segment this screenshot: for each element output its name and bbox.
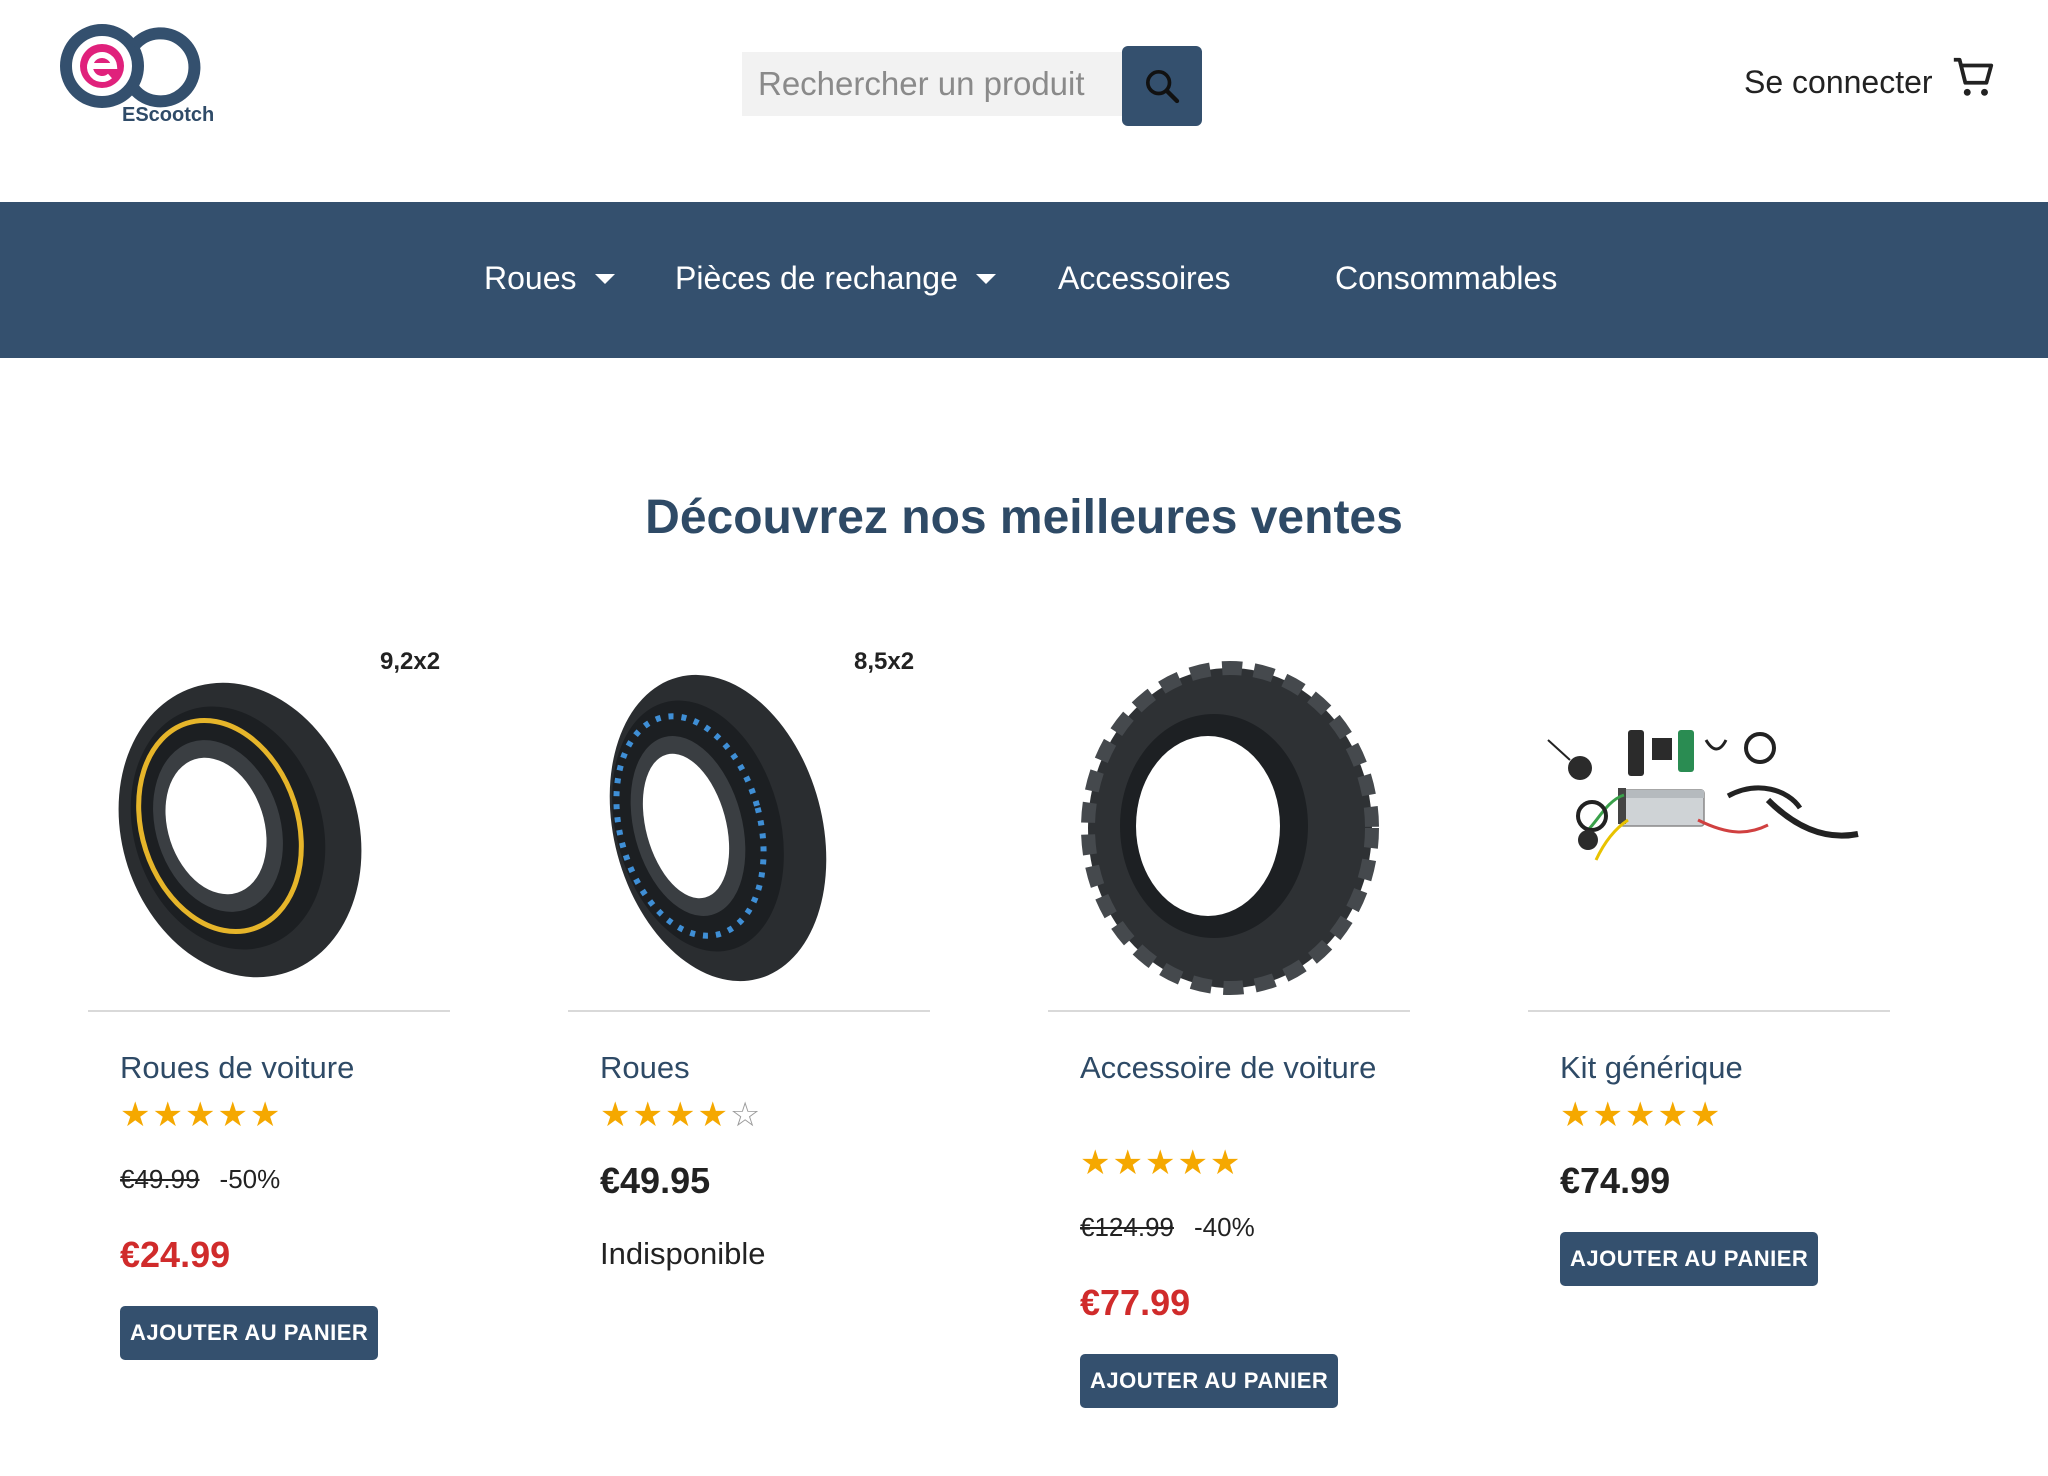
product-image[interactable] <box>568 620 930 1010</box>
product-image[interactable] <box>1048 620 1410 1010</box>
strikethrough-price: €49.99 <box>120 1164 200 1194</box>
product-name[interactable]: Roues de voiture <box>120 1044 420 1092</box>
product-name[interactable]: Accessoire de voiture <box>1080 1044 1380 1092</box>
brand-name: EScootch <box>122 104 215 126</box>
sale-price: €24.99 <box>120 1234 231 1275</box>
product-image[interactable] <box>88 620 450 1010</box>
card-divider <box>1528 1010 1890 1012</box>
card-divider <box>88 1010 450 1012</box>
price: €74.99 <box>1560 1160 1671 1201</box>
add-to-cart-button[interactable]: AJOUTER AU PANIER <box>1080 1354 1339 1408</box>
availability-status: Indisponible <box>600 1236 766 1271</box>
search-bar <box>742 46 1202 126</box>
site-header: EScootch Se connecter <box>0 0 2048 202</box>
nav-item-label: Pièces de rechange <box>675 260 958 296</box>
cart-button[interactable] <box>1950 54 1996 100</box>
nav-item-consommables[interactable]: Consommables <box>1335 260 1557 297</box>
old-price: €49.99 -50% <box>120 1164 280 1195</box>
old-price: €124.99 -40% <box>1080 1212 1255 1243</box>
product-image[interactable] <box>1528 620 1890 1010</box>
discount-badge: -50% <box>219 1164 281 1194</box>
search-input[interactable] <box>742 52 1122 116</box>
rating-stars: ★★★★★ <box>1080 1144 1243 1182</box>
nav-item-label: Accessoires <box>1058 260 1231 296</box>
nav-item-roues[interactable]: Roues <box>484 260 615 297</box>
empty-star-icon: ☆ <box>729 1096 763 1134</box>
product-card: Kit générique ★★★★★ €74.99 AJOUTER AU PA… <box>1528 620 1890 1380</box>
rating-stars: ★★★★★ <box>120 1096 283 1134</box>
product-name[interactable]: Kit générique <box>1560 1044 1860 1092</box>
main-nav: Roues Pièces de rechange Accessoires Con… <box>0 202 2048 358</box>
nav-item-label: Roues <box>484 260 577 296</box>
search-button[interactable] <box>1122 46 1202 126</box>
rating-stars: ★★★★★ <box>1560 1096 1723 1134</box>
rating-stars: ★★★★☆ <box>600 1096 763 1134</box>
section-title: Découvrez nos meilleures ventes <box>645 491 1403 544</box>
tire-image-icon <box>118 682 362 978</box>
discount-badge: -40% <box>1193 1212 1255 1242</box>
size-label: 8,5x2 <box>854 648 915 675</box>
signin-link[interactable]: Se connecter <box>1744 64 1933 101</box>
card-divider <box>568 1010 930 1012</box>
electric-kit-image-icon <box>1547 730 1859 861</box>
price: €49.95 <box>600 1160 711 1201</box>
strikethrough-price: €124.99 <box>1080 1212 1174 1242</box>
add-to-cart-button[interactable]: AJOUTER AU PANIER <box>120 1306 379 1360</box>
chevron-down-icon <box>975 273 996 284</box>
product-card: 8,5x2 Roues ★★★★☆ €49.95 Indisponible <box>568 620 930 1380</box>
nav-item-accessoires[interactable]: Accessoires <box>1058 260 1231 297</box>
product-card: 9,2x2 Roues de voiture ★★★★★ €49.99 -50% … <box>88 620 450 1380</box>
tire-image-icon <box>609 674 827 982</box>
chevron-down-icon <box>594 273 615 284</box>
nav-item-label: Consommables <box>1335 260 1558 296</box>
product-card: Accessoire de voiture ★★★★★ €124.99 -40% … <box>1048 620 1410 1408</box>
sale-price: €77.99 <box>1080 1282 1191 1323</box>
add-to-cart-button[interactable]: AJOUTER AU PANIER <box>1560 1232 1819 1286</box>
size-label: 9,2x2 <box>380 648 441 675</box>
tire-image-icon <box>1081 661 1379 995</box>
product-name[interactable]: Roues <box>600 1044 900 1092</box>
nav-item-pieces[interactable]: Pièces de rechange <box>675 260 996 297</box>
search-icon <box>1146 70 1180 104</box>
card-divider <box>1048 1010 1410 1012</box>
cart-icon <box>1953 57 1994 96</box>
